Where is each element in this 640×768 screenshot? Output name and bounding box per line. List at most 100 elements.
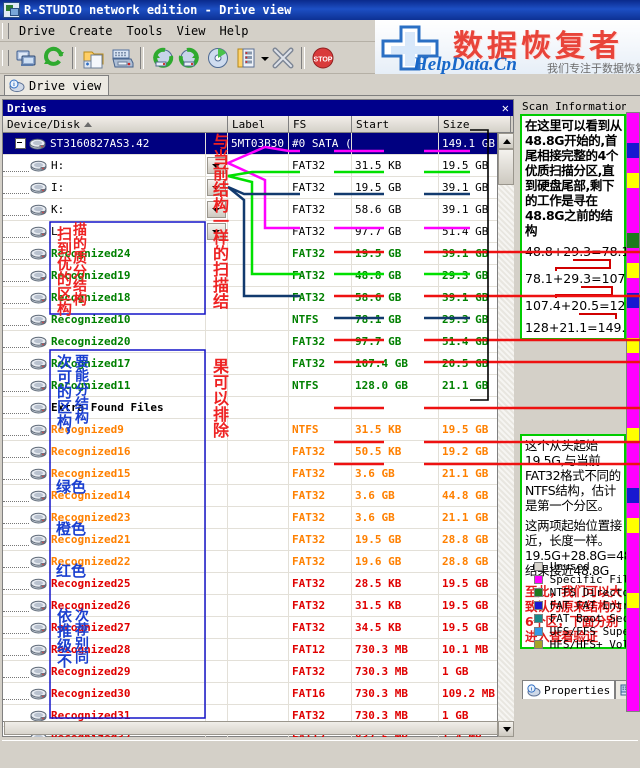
cell-device[interactable]: Recognized16 (3, 441, 206, 462)
open-image-icon[interactable] (81, 45, 107, 71)
scan-map-cell (627, 368, 639, 383)
scan-map-cell (627, 203, 639, 218)
annotation-premium-col2: 描的质分结构 (72, 222, 86, 306)
cell-label (228, 573, 289, 594)
cell-start: 3.6 GB (352, 485, 439, 506)
menu-item-help[interactable]: Help (213, 22, 256, 40)
column-header-device[interactable]: Device/Disk (3, 116, 228, 132)
cell-device[interactable]: Recognized10 (3, 309, 206, 330)
cell-device[interactable]: Extra Found Files (3, 397, 206, 418)
recover-icon[interactable] (177, 45, 203, 71)
disk-icon (30, 160, 47, 172)
disk-icon (30, 578, 47, 590)
cell-device[interactable]: Recognized30 (3, 683, 206, 704)
column-header-size[interactable]: Size (439, 116, 511, 132)
scan-panel-tabs: i Properties S (522, 680, 640, 699)
scan-map-strip[interactable] (626, 112, 640, 712)
cell-label (228, 419, 289, 440)
cell-device[interactable]: Recognized20 (3, 331, 206, 352)
table-row[interactable]: Recognized29FAT32730.3 MB1 GB (3, 661, 513, 683)
menu-item-drive[interactable]: Drive (12, 22, 62, 40)
tab-properties[interactable]: i Properties (522, 680, 615, 699)
table-row[interactable]: Recognized30FAT16730.3 MB109.2 MB (3, 683, 513, 705)
cell-device[interactable]: Recognized24 (3, 243, 206, 264)
cell-start: 730.3 MB (352, 683, 439, 704)
cell-fs: FAT32 (289, 441, 352, 462)
cell-label (228, 243, 289, 264)
cell-device[interactable]: Recognized29 (3, 661, 206, 682)
table-row[interactable]: H:FAT3231.5 KB19.5 GB (3, 155, 513, 177)
tree-collapse-toggle[interactable] (15, 138, 26, 149)
toolbar-separator (72, 47, 76, 69)
scan-disc-icon[interactable] (205, 45, 231, 71)
menu-item-view[interactable]: View (170, 22, 213, 40)
column-header-start[interactable]: Start (352, 116, 439, 132)
cell-device[interactable]: Recognized22 (3, 551, 206, 572)
scan-map-cell (627, 353, 639, 368)
cell-device[interactable]: H: (3, 155, 206, 176)
cell-device[interactable]: Recognized25 (3, 573, 206, 594)
svg-text:STOP: STOP (314, 56, 333, 63)
cell-fs: FAT32 (289, 529, 352, 550)
cell-dropdown (206, 595, 228, 616)
banner-brand: HelpData.Cn (413, 54, 517, 74)
cell-fs: FAT32 (289, 331, 352, 352)
table-row[interactable]: I:FAT3219.5 GB39.1 GB (3, 177, 513, 199)
scroll-up-button[interactable] (498, 133, 514, 149)
table-row[interactable]: K:FAT3258.6 GB39.1 GB (3, 199, 513, 221)
menu-item-create[interactable]: Create (62, 22, 119, 40)
cell-label (228, 551, 289, 572)
table-row[interactable]: Recognized20FAT3297.7 GB51.4 GB (3, 331, 513, 353)
cell-start: 3.6 GB (352, 507, 439, 528)
refresh-icon[interactable] (41, 45, 67, 71)
table-row[interactable]: Recognized16FAT3250.5 KB19.2 GB (3, 441, 513, 463)
view-contents-icon[interactable] (233, 45, 259, 71)
menu-gripper[interactable] (2, 23, 9, 39)
grid-vertical-scrollbar[interactable] (497, 133, 513, 737)
cell-device[interactable]: Recognized18 (3, 287, 206, 308)
tab-drive-view[interactable]: i Drive view (4, 75, 109, 95)
legend-item: UFS/FFS SuperBl (534, 625, 640, 638)
chevron-down-icon[interactable] (260, 45, 269, 71)
stop-icon[interactable]: STOP (310, 45, 336, 71)
cell-device[interactable]: I: (3, 177, 206, 198)
view-tab-bar: i Drive view (0, 74, 640, 96)
create-image-icon[interactable] (109, 45, 135, 71)
cell-device[interactable]: Recognized9 (3, 419, 206, 440)
scrollbar-thumb[interactable] (498, 149, 514, 185)
annotation-equation-3: 107.4+20.5=127.9 (525, 298, 622, 313)
disk-icon (29, 138, 46, 150)
undelete-icon[interactable] (149, 45, 175, 71)
column-header-label[interactable]: Label (228, 116, 289, 132)
scrollbar-track[interactable] (498, 149, 514, 721)
cell-dropdown (206, 661, 228, 682)
cell-device[interactable]: Recognized17 (3, 353, 206, 374)
connect-to-computer-icon[interactable] (13, 45, 39, 71)
cell-device[interactable]: Recognized11 (3, 375, 206, 396)
menu-item-tools[interactable]: Tools (119, 22, 169, 40)
cell-device[interactable]: Recognized15 (3, 463, 206, 484)
column-header-fs[interactable]: FS (289, 116, 352, 132)
cell-device[interactable]: Recognized26 (3, 595, 206, 616)
cell-device[interactable]: L: (3, 221, 206, 242)
table-row[interactable]: Recognized10NTFS78.1 GB29.3 GB (3, 309, 513, 331)
cell-start: 58.6 GB (352, 287, 439, 308)
cell-device[interactable]: Recognized23 (3, 507, 206, 528)
table-row[interactable]: ST3160827AS3.425MT03B30#0 SATA (0:0)149.… (3, 133, 513, 155)
cell-start: 58.6 GB (352, 199, 439, 220)
close-icon[interactable] (270, 45, 296, 71)
cell-dropdown (206, 551, 228, 572)
cell-device[interactable]: Recognized21 (3, 529, 206, 550)
toolbar-gripper[interactable] (2, 50, 9, 66)
scan-map-cell (627, 533, 639, 548)
cell-device[interactable]: K: (3, 199, 206, 220)
cell-device[interactable]: Recognized28 (3, 639, 206, 660)
close-panel-button[interactable]: ✕ (500, 102, 511, 114)
drives-panel-title: Drives (7, 102, 47, 115)
cell-device[interactable]: Recognized19 (3, 265, 206, 286)
grid-horizontal-scrollbar[interactable] (4, 721, 498, 735)
cell-device[interactable]: Recognized14 (3, 485, 206, 506)
cell-device[interactable]: Recognized27 (3, 617, 206, 638)
scroll-down-button[interactable] (498, 721, 514, 737)
cell-device[interactable]: ST3160827AS3.42 (3, 133, 206, 154)
